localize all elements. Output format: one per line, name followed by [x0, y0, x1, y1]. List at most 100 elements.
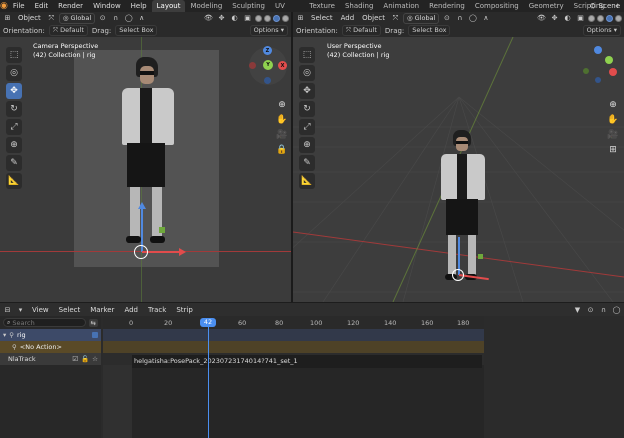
channel-no-action[interactable]: ⚲ <No Action>: [0, 341, 101, 353]
gizmo-neg-y-icon[interactable]: [583, 68, 589, 74]
search-input[interactable]: ⌕ Search: [3, 318, 86, 327]
select-tool-icon[interactable]: ⬚: [6, 47, 22, 63]
cursor-tool-icon[interactable]: ◎: [6, 65, 22, 81]
nla-editor-type-icon[interactable]: ⊟: [2, 305, 13, 315]
zoom-icon[interactable]: ⊕: [276, 99, 288, 111]
mute-checkbox-icon[interactable]: ☑: [72, 355, 78, 363]
pivot-icon[interactable]: ⤧: [390, 13, 401, 23]
channel-rig[interactable]: ▾ ⚲ rig: [0, 329, 101, 341]
scale-tool-icon[interactable]: ⤢: [6, 119, 22, 135]
gizmo-center-ring[interactable]: [452, 269, 464, 281]
snap-icon[interactable]: ⊙: [441, 13, 452, 23]
scene-selector[interactable]: ⛭ Scene: [590, 0, 624, 12]
right-viewport-canvas[interactable]: [293, 37, 624, 302]
measure-tool-icon[interactable]: 📐: [6, 173, 22, 189]
nla-menu-strip[interactable]: Strip: [172, 304, 196, 316]
zoom-icon[interactable]: ⊕: [607, 99, 619, 111]
gizmo-y-icon[interactable]: [605, 56, 613, 64]
tab-shading[interactable]: Shading: [340, 0, 378, 12]
annotate-tool-icon[interactable]: ✎: [299, 155, 315, 171]
channel-nlatrack[interactable]: NlaTrack ☑ 🔓 ☆: [0, 353, 101, 365]
rendered-shading-icon[interactable]: [615, 14, 622, 22]
gizmo-y-icon[interactable]: Y: [263, 60, 273, 70]
proportional-icon[interactable]: ◯: [467, 13, 478, 23]
tab-uv-editing[interactable]: UV Editing: [270, 0, 304, 22]
menu-edit[interactable]: Edit: [30, 0, 54, 12]
gizmo-plane-handle[interactable]: [159, 227, 165, 233]
annotate-tool-icon[interactable]: ✎: [6, 155, 22, 171]
visibility-icon[interactable]: 👁: [203, 13, 214, 23]
tab-animation[interactable]: Animation: [378, 0, 424, 12]
proportional-icon[interactable]: ◯: [611, 305, 622, 315]
gizmo-x-icon[interactable]: [609, 68, 617, 76]
menu-select[interactable]: Select: [308, 12, 336, 24]
cursor-tool-icon[interactable]: ◎: [299, 65, 315, 81]
move-tool-icon[interactable]: ✥: [6, 83, 22, 99]
nla-menu-marker[interactable]: Marker: [86, 304, 118, 316]
filter-icon[interactable]: ▼: [572, 305, 583, 315]
menu-add[interactable]: Add: [338, 12, 358, 24]
nla-menu-select[interactable]: Select: [55, 304, 85, 316]
measure-tool-icon[interactable]: 📐: [299, 173, 315, 189]
menu-object[interactable]: Object: [359, 12, 388, 24]
nla-menu-view[interactable]: View: [28, 304, 53, 316]
overlay-icon[interactable]: ◐: [562, 13, 573, 23]
falloff-icon[interactable]: ∧: [480, 13, 491, 23]
gizmo-center-ring[interactable]: [134, 245, 148, 259]
tab-rendering[interactable]: Rendering: [424, 0, 470, 12]
left-viewport[interactable]: ⊞ Object ⤧ ◎ Global ⊙ ∩ ◯ ∧ 👁 ✥ ◐ ▣ Orien…: [0, 12, 291, 302]
transform-orientation-dropdown[interactable]: ◎ Global: [58, 12, 96, 24]
solo-star-icon[interactable]: ☆: [92, 355, 98, 363]
wireframe-shading-icon[interactable]: [255, 14, 262, 22]
left-navigation-gizmo[interactable]: Z Y X: [248, 46, 288, 86]
orientation-dropdown[interactable]: ⤧ Default: [48, 25, 88, 36]
magnet-icon[interactable]: ∩: [110, 13, 121, 23]
grid-view-icon[interactable]: ⊞: [607, 144, 619, 156]
scale-tool-icon[interactable]: ⤢: [299, 119, 315, 135]
menu-help[interactable]: Help: [126, 0, 152, 12]
gizmo-x-icon[interactable]: X: [278, 61, 287, 70]
pan-hand-icon[interactable]: ✋: [276, 114, 288, 126]
right-navigation-gizmo[interactable]: [579, 46, 619, 86]
rendered-shading-icon[interactable]: [282, 14, 289, 22]
tab-layout[interactable]: Layout: [151, 0, 186, 12]
overlay-icon[interactable]: ◐: [229, 13, 240, 23]
current-frame-indicator[interactable]: 42: [200, 318, 216, 327]
options-dropdown[interactable]: Options ▾: [249, 25, 288, 36]
wireframe-shading-icon[interactable]: [588, 14, 595, 22]
xray-icon[interactable]: ▣: [242, 13, 253, 23]
solid-shading-icon[interactable]: [597, 14, 604, 22]
drag-dropdown[interactable]: Select Box: [115, 25, 158, 36]
transform-tool-icon[interactable]: ⊕: [6, 137, 22, 153]
camera-view-icon[interactable]: 🎥: [276, 129, 288, 141]
options-dropdown[interactable]: Options ▾: [582, 25, 621, 36]
rotate-tool-icon[interactable]: ↻: [6, 101, 22, 117]
lock-icon[interactable]: 🔓: [81, 355, 89, 363]
nla-menu-add[interactable]: Add: [120, 304, 142, 316]
move-gizmo[interactable]: [452, 232, 496, 282]
checkbox-icon[interactable]: [92, 332, 98, 338]
select-tool-icon[interactable]: ⬚: [299, 47, 315, 63]
menu-window[interactable]: Window: [88, 0, 126, 12]
material-shading-icon[interactable]: [273, 14, 280, 22]
gizmo-neg-z-icon[interactable]: [595, 77, 601, 83]
magnet-icon[interactable]: ∩: [454, 13, 465, 23]
snap-icon[interactable]: ⊙: [97, 13, 108, 23]
proportional-icon[interactable]: ◯: [123, 13, 134, 23]
gizmo-z-icon[interactable]: Z: [263, 46, 272, 55]
move-gizmo[interactable]: [134, 197, 189, 259]
camera-view-icon[interactable]: 🎥: [607, 129, 619, 141]
playhead-line[interactable]: [208, 326, 209, 438]
visibility-icon[interactable]: 👁: [536, 13, 547, 23]
collapse-icon[interactable]: ▾: [3, 331, 6, 339]
magnet-icon[interactable]: ∩: [598, 305, 609, 315]
editor-type-icon[interactable]: ⊞: [2, 13, 13, 23]
swap-icon[interactable]: ⇆: [88, 318, 98, 327]
tab-compositing[interactable]: Compositing: [470, 0, 524, 12]
tab-modeling[interactable]: Modeling: [185, 0, 227, 12]
gizmo-neg-z-icon[interactable]: [264, 77, 271, 84]
lock-camera-icon[interactable]: 🔒: [276, 144, 288, 156]
orientation-dropdown[interactable]: ⤧ Default: [341, 25, 381, 36]
gizmo-toggle-icon[interactable]: ✥: [216, 13, 227, 23]
nla-menu-track[interactable]: Track: [144, 304, 170, 316]
